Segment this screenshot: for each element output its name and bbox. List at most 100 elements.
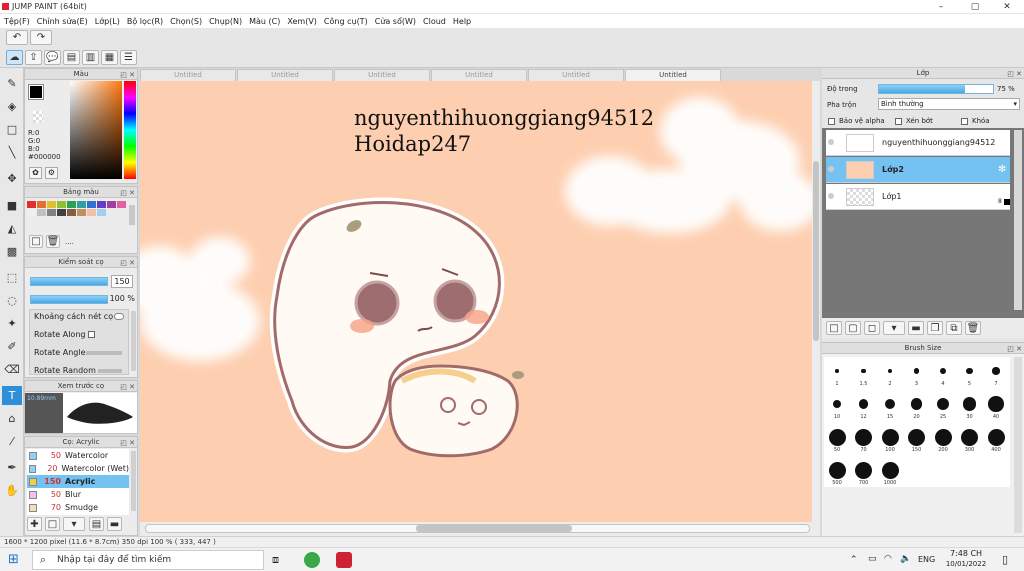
foreground-color-swatch[interactable] <box>28 84 44 100</box>
color-swatch[interactable] <box>77 201 86 208</box>
rotate-random-slider[interactable] <box>98 369 122 373</box>
tool-select[interactable]: ⬚ <box>2 268 22 287</box>
hue-slider[interactable] <box>124 81 136 179</box>
color-swatch[interactable] <box>37 201 46 208</box>
panel-controls[interactable]: ◰ ✕ <box>1007 344 1022 355</box>
eye-icon[interactable] <box>828 139 834 145</box>
color-swatch[interactable] <box>97 201 106 208</box>
tab-untitled-2[interactable]: Untitled <box>237 69 333 81</box>
swatch-scrollbar[interactable] <box>129 205 135 225</box>
cloud-button[interactable]: ☁ <box>6 50 23 65</box>
drawing-canvas[interactable]: nguyenthihuonggiang94512 Hoidap247 <box>140 81 812 522</box>
brush-item[interactable]: 70 Smudge <box>27 501 129 514</box>
canvas-vertical-scrollbar[interactable] <box>812 81 820 522</box>
panel-controls[interactable]: ◰ ✕ <box>120 70 135 81</box>
tab-untitled-4[interactable]: Untitled <box>431 69 527 81</box>
brush-spacing-toggle[interactable] <box>114 313 124 320</box>
color-swatch[interactable] <box>117 201 126 208</box>
notification-icon[interactable]: ▯ <box>1002 553 1008 566</box>
brush-size-dot[interactable] <box>881 428 899 446</box>
panel-controls[interactable]: ◰ ✕ <box>120 258 135 269</box>
eye-icon[interactable] <box>828 193 834 199</box>
protect-alpha-checkbox[interactable] <box>828 118 835 125</box>
clock-time[interactable]: 7:48 CH <box>948 549 984 558</box>
brush-size-dot[interactable] <box>828 461 846 479</box>
redo-button[interactable]: ↷ <box>30 30 52 45</box>
brush-size-dot[interactable] <box>881 461 899 479</box>
brush-size-dot[interactable] <box>961 428 978 446</box>
add-layer-menu-button[interactable]: ▾ <box>883 321 905 335</box>
close-button[interactable]: ✕ <box>1000 1 1014 13</box>
menu-select[interactable]: Chọn(S) <box>170 17 202 26</box>
brush-options-scrollbar[interactable] <box>131 311 136 371</box>
grid-button[interactable]: ▦ <box>101 50 118 65</box>
tab-untitled-5[interactable]: Untitled <box>528 69 624 81</box>
brush-copy-button[interactable]: ▤ <box>89 517 104 531</box>
brush-size-input[interactable]: 150 <box>111 275 133 288</box>
brush-size-scrollbar[interactable] <box>1014 357 1022 533</box>
color-swatch[interactable] <box>107 201 116 208</box>
brush-new-button[interactable]: □ <box>45 517 60 531</box>
tool-fill-rect[interactable]: ■ <box>2 196 22 215</box>
blend-mode-select[interactable]: Bình thường ▾ <box>878 98 1020 110</box>
layer-row[interactable]: nguyenthihuonggiang94512 <box>826 130 1010 156</box>
new-swatch-button[interactable]: □ <box>29 235 43 248</box>
color-swatch[interactable] <box>77 209 86 216</box>
brush-size-dot[interactable] <box>828 428 846 446</box>
color-swatch[interactable] <box>87 209 96 216</box>
rotate-along-checkbox[interactable] <box>88 331 95 338</box>
menu-edit[interactable]: Chỉnh sửa(E) <box>37 17 88 26</box>
comment-button[interactable]: 💬 <box>44 50 61 65</box>
brush-size-dot[interactable] <box>835 369 839 373</box>
menu-file[interactable]: Tệp(F) <box>4 17 30 26</box>
tool-eyedropper[interactable]: ⁄ <box>2 432 22 451</box>
brush-size-dot[interactable] <box>855 428 872 446</box>
color-wheel-button[interactable]: ✿ <box>29 167 42 179</box>
brush-folder-button[interactable]: ▬ <box>107 517 122 531</box>
tool-balloon[interactable]: ⌂ <box>2 409 22 428</box>
brush-size-dot[interactable] <box>913 368 920 374</box>
volume-icon[interactable]: 🔈 <box>900 554 911 564</box>
saturation-value-picker[interactable] <box>70 81 122 179</box>
color-swatch[interactable] <box>67 201 76 208</box>
menu-view[interactable]: Xem(V) <box>287 17 317 26</box>
brush-size-dot[interactable] <box>966 367 973 375</box>
document-button[interactable]: ▥ <box>82 50 99 65</box>
transparent-swatch[interactable] <box>33 111 43 123</box>
layer-row[interactable]: Lớp2 ✻ <box>826 157 1010 183</box>
menu-help[interactable]: Help <box>453 17 471 26</box>
windows-start-icon[interactable]: ⊞ <box>8 553 22 567</box>
new-vector-button[interactable]: ◻ <box>864 321 880 335</box>
minimize-button[interactable]: – <box>934 1 948 13</box>
horizontal-scroll-thumb[interactable] <box>416 525 572 532</box>
tab-untitled-3[interactable]: Untitled <box>334 69 430 81</box>
jump-paint-app-icon[interactable] <box>336 552 352 568</box>
color-swatch[interactable] <box>57 201 66 208</box>
list-button[interactable]: ☰ <box>120 50 137 65</box>
layer-list-scrollbar[interactable] <box>1014 130 1022 310</box>
tool-brush[interactable]: ✎ <box>2 74 22 93</box>
brush-size-dot[interactable] <box>934 428 952 446</box>
gear-icon[interactable]: ✻ <box>998 164 1006 175</box>
browser-app-icon[interactable] <box>304 552 320 568</box>
layer-row[interactable]: Lớp1 8 <box>826 184 1010 210</box>
brush-size-dot[interactable] <box>858 399 869 409</box>
tab-untitled-6[interactable]: Untitled <box>625 69 721 81</box>
vertical-scroll-thumb[interactable] <box>813 161 819 341</box>
language-indicator[interactable]: ENG <box>918 555 935 564</box>
brush-item[interactable]: 20 Watercolor (Wet) <box>27 462 129 475</box>
tool-line[interactable]: ╲ <box>2 143 22 162</box>
tool-pen[interactable]: ✒ <box>2 458 22 477</box>
menu-tools[interactable]: Công cụ(T) <box>324 17 368 26</box>
brush-size-dot[interactable] <box>940 368 946 374</box>
tool-magic-wand[interactable]: ✦ <box>2 314 22 333</box>
tool-select-eraser[interactable]: ⌫ <box>2 360 22 379</box>
maximize-button[interactable]: ▢ <box>968 1 982 13</box>
task-view-icon[interactable]: ⧈ <box>272 553 279 567</box>
brush-size-slider[interactable] <box>30 277 108 286</box>
duplicate-layer-button[interactable]: ❐ <box>927 321 943 335</box>
clock-date[interactable]: 10/01/2022 <box>944 560 988 568</box>
menu-color[interactable]: Màu (C) <box>249 17 280 26</box>
tool-bucket[interactable]: ◭ <box>2 219 22 238</box>
rotate-angle-slider[interactable] <box>86 351 122 355</box>
